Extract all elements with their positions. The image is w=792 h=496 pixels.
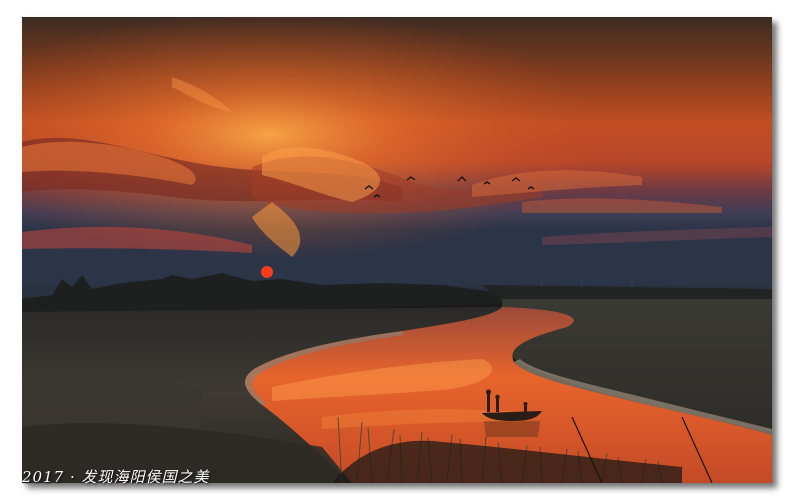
photo-caption: 2017 · 发现海阳侯国之美 bbox=[22, 468, 210, 486]
photo bbox=[22, 17, 772, 483]
sunset-landscape-image bbox=[22, 17, 772, 483]
sun bbox=[261, 266, 273, 278]
